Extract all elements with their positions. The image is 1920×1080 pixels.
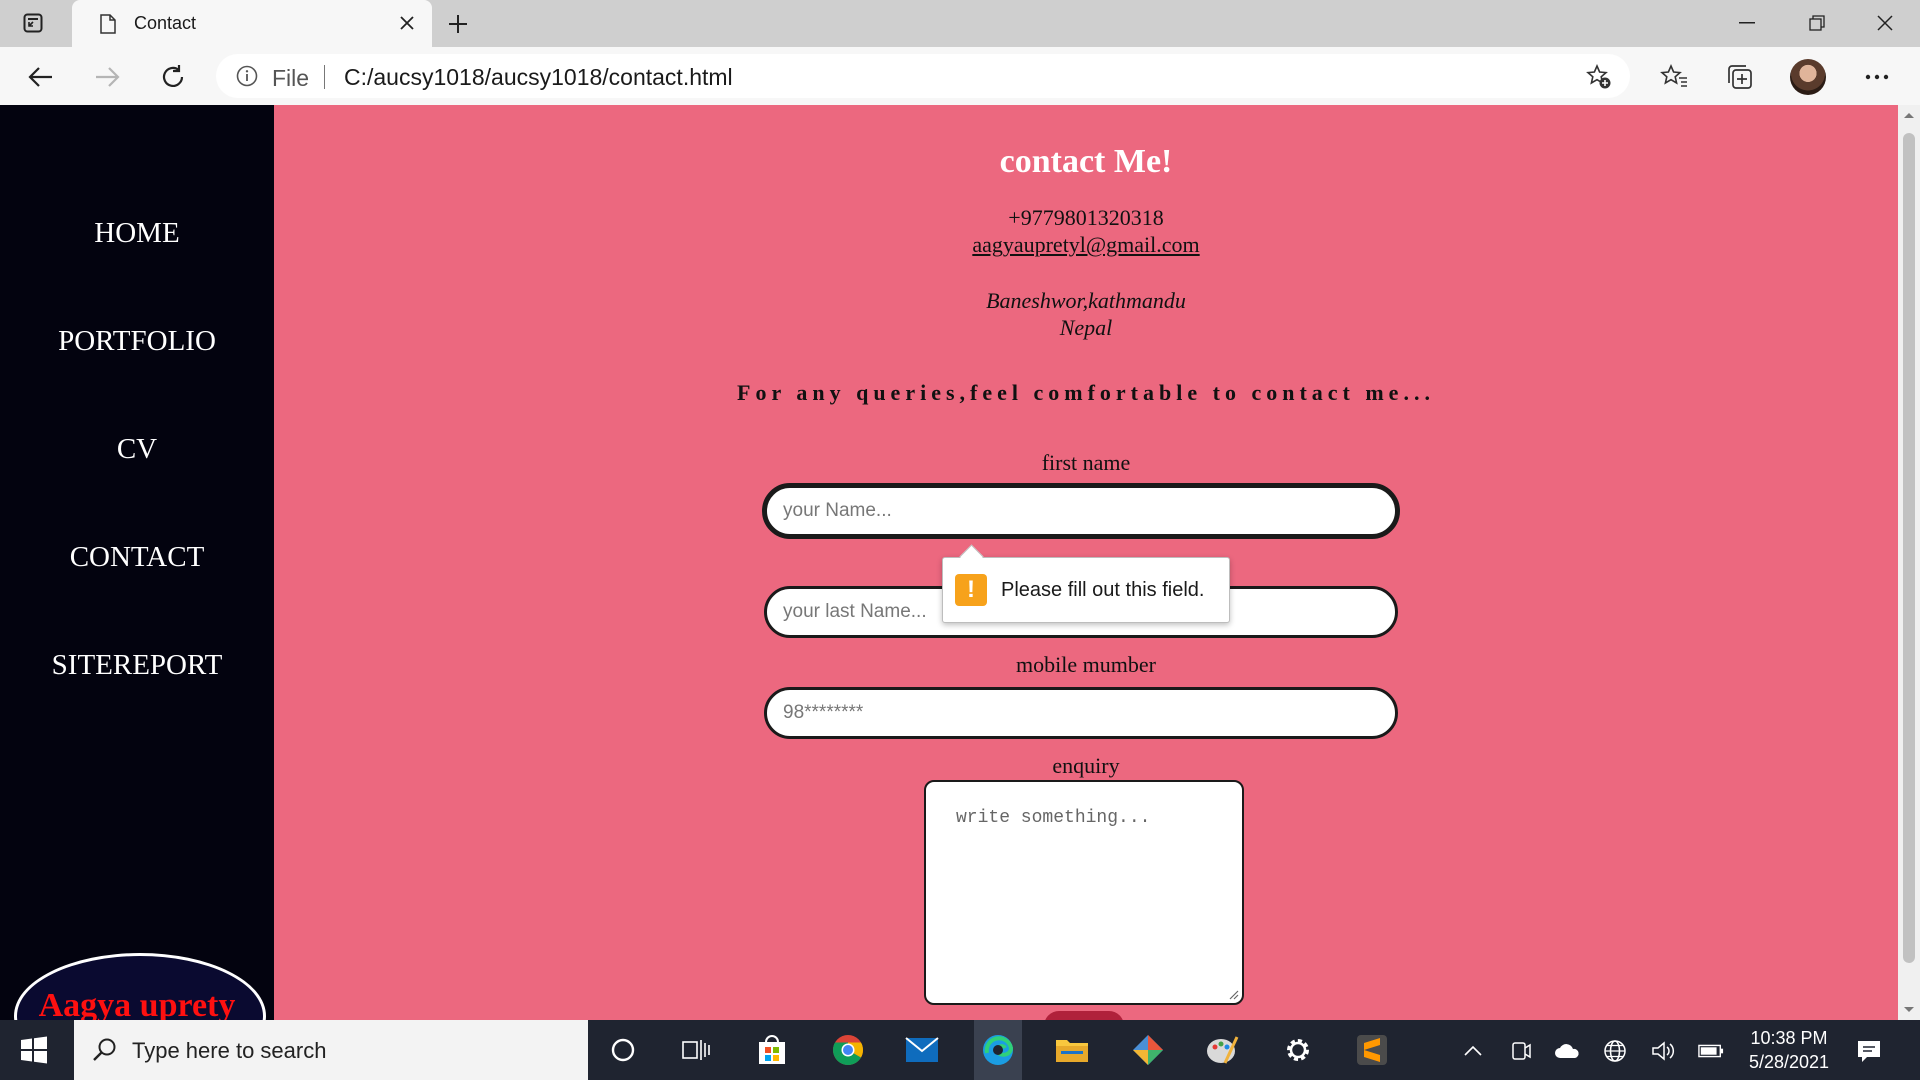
sublime-text-icon[interactable] bbox=[1352, 1030, 1392, 1070]
scrollbar-thumb[interactable] bbox=[1903, 133, 1915, 963]
tooltip-arrow bbox=[959, 544, 984, 569]
add-favorite-icon[interactable] bbox=[1586, 63, 1612, 90]
network-globe-icon[interactable] bbox=[1602, 1038, 1628, 1064]
profile-avatar[interactable] bbox=[1790, 59, 1826, 95]
favorites-icon[interactable] bbox=[1657, 60, 1691, 94]
nav-link-cv[interactable]: CV bbox=[0, 433, 274, 466]
meet-now-icon[interactable] bbox=[1508, 1038, 1534, 1064]
chrome-icon[interactable] bbox=[828, 1030, 868, 1070]
validation-message: Please fill out this field. bbox=[1001, 579, 1205, 601]
validation-tooltip: ! Please fill out this field. bbox=[942, 544, 1230, 623]
notifications-icon[interactable] bbox=[1856, 1038, 1882, 1064]
logo-text: Aagya uprety bbox=[38, 987, 236, 1020]
phone-number: +9779801320318 bbox=[1008, 205, 1164, 230]
address-line-2: Nepal bbox=[1059, 315, 1113, 340]
mobile-number-input[interactable]: 98******** bbox=[764, 687, 1398, 739]
windows-start-icon[interactable] bbox=[20, 1036, 48, 1064]
address-line-1: Baneshwor,kathmandu bbox=[986, 288, 1186, 313]
info-icon[interactable] bbox=[236, 65, 258, 87]
scroll-up-icon[interactable] bbox=[1903, 111, 1915, 119]
first-name-input[interactable]: your Name... bbox=[762, 483, 1400, 539]
refresh-button[interactable] bbox=[156, 60, 190, 94]
email-link[interactable]: aagyaupretyl@gmail.com bbox=[274, 232, 1898, 258]
nav-link-sitereport[interactable]: SITEREPORT bbox=[0, 649, 274, 682]
cortana-icon[interactable] bbox=[603, 1030, 643, 1070]
contact-tagline: For any queries,feel comfortable to cont… bbox=[737, 380, 1435, 405]
browser-toolbar: File C:/aucsy1018/aucsy1018/contact.html bbox=[0, 47, 1920, 105]
volume-icon[interactable] bbox=[1650, 1038, 1676, 1064]
back-button[interactable] bbox=[24, 60, 58, 94]
tab-title: Contact bbox=[134, 13, 197, 33]
forward-button[interactable] bbox=[90, 60, 124, 94]
clock-time: 10:38 PM bbox=[1750, 1028, 1828, 1048]
warning-icon: ! bbox=[955, 574, 987, 606]
enquiry-label: enquiry bbox=[1052, 753, 1120, 778]
mobile-number-label: mobile mumber bbox=[1016, 652, 1156, 677]
document-icon bbox=[100, 13, 116, 34]
enquiry-textarea[interactable]: write something... bbox=[924, 780, 1244, 1005]
browser-titlebar: Contact bbox=[0, 0, 1920, 47]
sidebar-nav: HOME PORTFOLIO CV CONTACT SITEREPORT Aag… bbox=[0, 105, 274, 1020]
onedrive-icon[interactable] bbox=[1554, 1038, 1580, 1064]
git-app-icon[interactable] bbox=[1128, 1030, 1168, 1070]
search-icon bbox=[93, 1038, 116, 1061]
battery-icon[interactable] bbox=[1698, 1038, 1724, 1064]
tab-contact[interactable]: Contact bbox=[72, 0, 432, 47]
taskbar-search-placeholder: Type here to search bbox=[132, 1038, 327, 1063]
taskbar-clock[interactable]: 10:38 PM 5/28/2021 bbox=[1742, 1026, 1836, 1074]
page-viewport: HOME PORTFOLIO CV CONTACT SITEREPORT Aag… bbox=[0, 105, 1920, 1020]
resize-handle-icon[interactable] bbox=[1227, 988, 1239, 1000]
page-title: contact Me! bbox=[999, 143, 1173, 180]
mail-icon[interactable] bbox=[902, 1030, 942, 1070]
nav-link-portfolio[interactable]: PORTFOLIO bbox=[0, 325, 274, 358]
page-scrollbar[interactable] bbox=[1898, 105, 1920, 1020]
minimize-button[interactable] bbox=[1724, 8, 1770, 38]
task-view-icon[interactable] bbox=[676, 1030, 716, 1070]
clock-date: 5/28/2021 bbox=[1748, 1052, 1830, 1072]
close-tab-icon[interactable] bbox=[396, 12, 418, 34]
new-tab-button[interactable] bbox=[444, 10, 472, 38]
tab-actions-icon[interactable] bbox=[22, 12, 44, 34]
paint-icon[interactable] bbox=[1202, 1030, 1242, 1070]
settings-gear-icon[interactable] bbox=[1278, 1030, 1318, 1070]
address-divider bbox=[324, 65, 325, 89]
collections-icon[interactable] bbox=[1723, 60, 1757, 94]
restore-button[interactable] bbox=[1794, 8, 1840, 38]
file-explorer-icon[interactable] bbox=[1052, 1030, 1092, 1070]
edge-icon[interactable] bbox=[974, 1020, 1022, 1080]
submit-button[interactable] bbox=[1044, 1011, 1124, 1020]
windows-taskbar: Type here to search 10:38 PM 5/28/2021 bbox=[0, 1020, 1920, 1080]
nav-link-home[interactable]: HOME bbox=[0, 217, 274, 250]
taskbar-search-box[interactable]: Type here to search bbox=[74, 1020, 588, 1080]
more-options-icon[interactable] bbox=[1860, 60, 1894, 94]
nav-link-contact[interactable]: CONTACT bbox=[0, 541, 274, 574]
enquiry-placeholder: write something... bbox=[956, 808, 1151, 828]
address-bar[interactable]: File C:/aucsy1018/aucsy1018/contact.html bbox=[216, 54, 1630, 98]
scroll-down-icon[interactable] bbox=[1903, 1006, 1915, 1014]
microsoft-store-icon[interactable] bbox=[752, 1030, 792, 1070]
show-hidden-icons-icon[interactable] bbox=[1460, 1038, 1486, 1064]
address-url[interactable]: C:/aucsy1018/aucsy1018/contact.html bbox=[344, 64, 733, 91]
contact-content: contact Me! +9779801320318 aagyaupretyl@… bbox=[274, 105, 1898, 1020]
first-name-label: first name bbox=[1041, 450, 1131, 475]
close-window-button[interactable] bbox=[1862, 8, 1908, 38]
address-scheme: File bbox=[272, 65, 310, 91]
